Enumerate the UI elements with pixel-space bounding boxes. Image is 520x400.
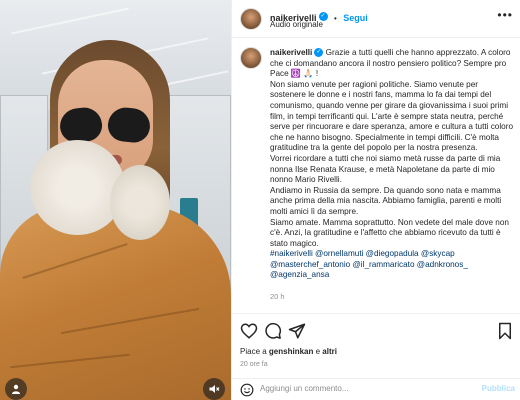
heart-icon[interactable] — [240, 322, 258, 340]
caption-intro: naikerivelli ✓ Grazie a tutti quelli che … — [270, 48, 514, 80]
subject-jacket — [0, 205, 231, 400]
likes-summary: Piace a genshinkan e altri — [240, 347, 337, 356]
paper-plane-icon[interactable] — [288, 322, 306, 340]
caption-username[interactable]: naikerivelli — [270, 48, 312, 57]
person-tag-icon[interactable] — [5, 378, 27, 400]
likes-others[interactable]: altri — [322, 347, 337, 356]
header-separator: • — [333, 14, 337, 23]
verified-badge-icon: ✓ — [314, 48, 324, 58]
comment-input[interactable]: Aggiungi un commento... — [260, 384, 349, 393]
likes-mid: e — [315, 347, 321, 356]
caption-paragraph: Siamo amate. Mamma soprattutto. Non vede… — [270, 217, 509, 248]
post-header: naikerivelli ✓ • Segui Audio originale ••… — [232, 0, 520, 38]
fur-collar — [30, 140, 125, 235]
post-caption: naikerivelli ✓ Grazie a tutti quelli che … — [270, 48, 514, 281]
fur-collar — [110, 165, 170, 240]
more-horizontal-icon[interactable]: ••• — [497, 8, 513, 22]
caption-paragraph: Vorrei ricordare a tutti che noi siamo m… — [270, 153, 501, 185]
follow-button[interactable]: Segui — [343, 13, 368, 23]
speaker-muted-icon[interactable] — [203, 378, 225, 400]
caption-time: 20 h — [270, 292, 285, 301]
avatar[interactable] — [240, 8, 262, 30]
likes-prefix: Piace a — [240, 347, 267, 356]
comment-bar: Aggiungi un commento... Pubblica — [232, 378, 520, 400]
caption-avatar[interactable] — [240, 47, 262, 69]
post-media-video[interactable] — [0, 0, 231, 400]
action-bar — [232, 313, 520, 343]
bookmark-icon[interactable] — [496, 322, 514, 340]
caption-paragraph: Non siamo venute per ragioni politiche. … — [270, 79, 514, 153]
smiley-icon[interactable] — [240, 383, 254, 397]
post-date[interactable]: 20 ore fa — [240, 361, 268, 368]
post-side-panel: naikerivelli ✓ • Segui Audio originale ••… — [231, 0, 520, 400]
caption-paragraph: Andiamo in Russia da sempre. Da quando s… — [270, 185, 502, 216]
publish-button[interactable]: Pubblica — [482, 384, 515, 393]
audio-label[interactable]: Audio originale — [270, 20, 323, 29]
likes-user[interactable]: genshinkan — [269, 347, 313, 356]
caption-mentions[interactable]: #naikerivelli @ornellamuti @diegopadula … — [270, 249, 514, 281]
comment-icon[interactable] — [264, 322, 282, 340]
